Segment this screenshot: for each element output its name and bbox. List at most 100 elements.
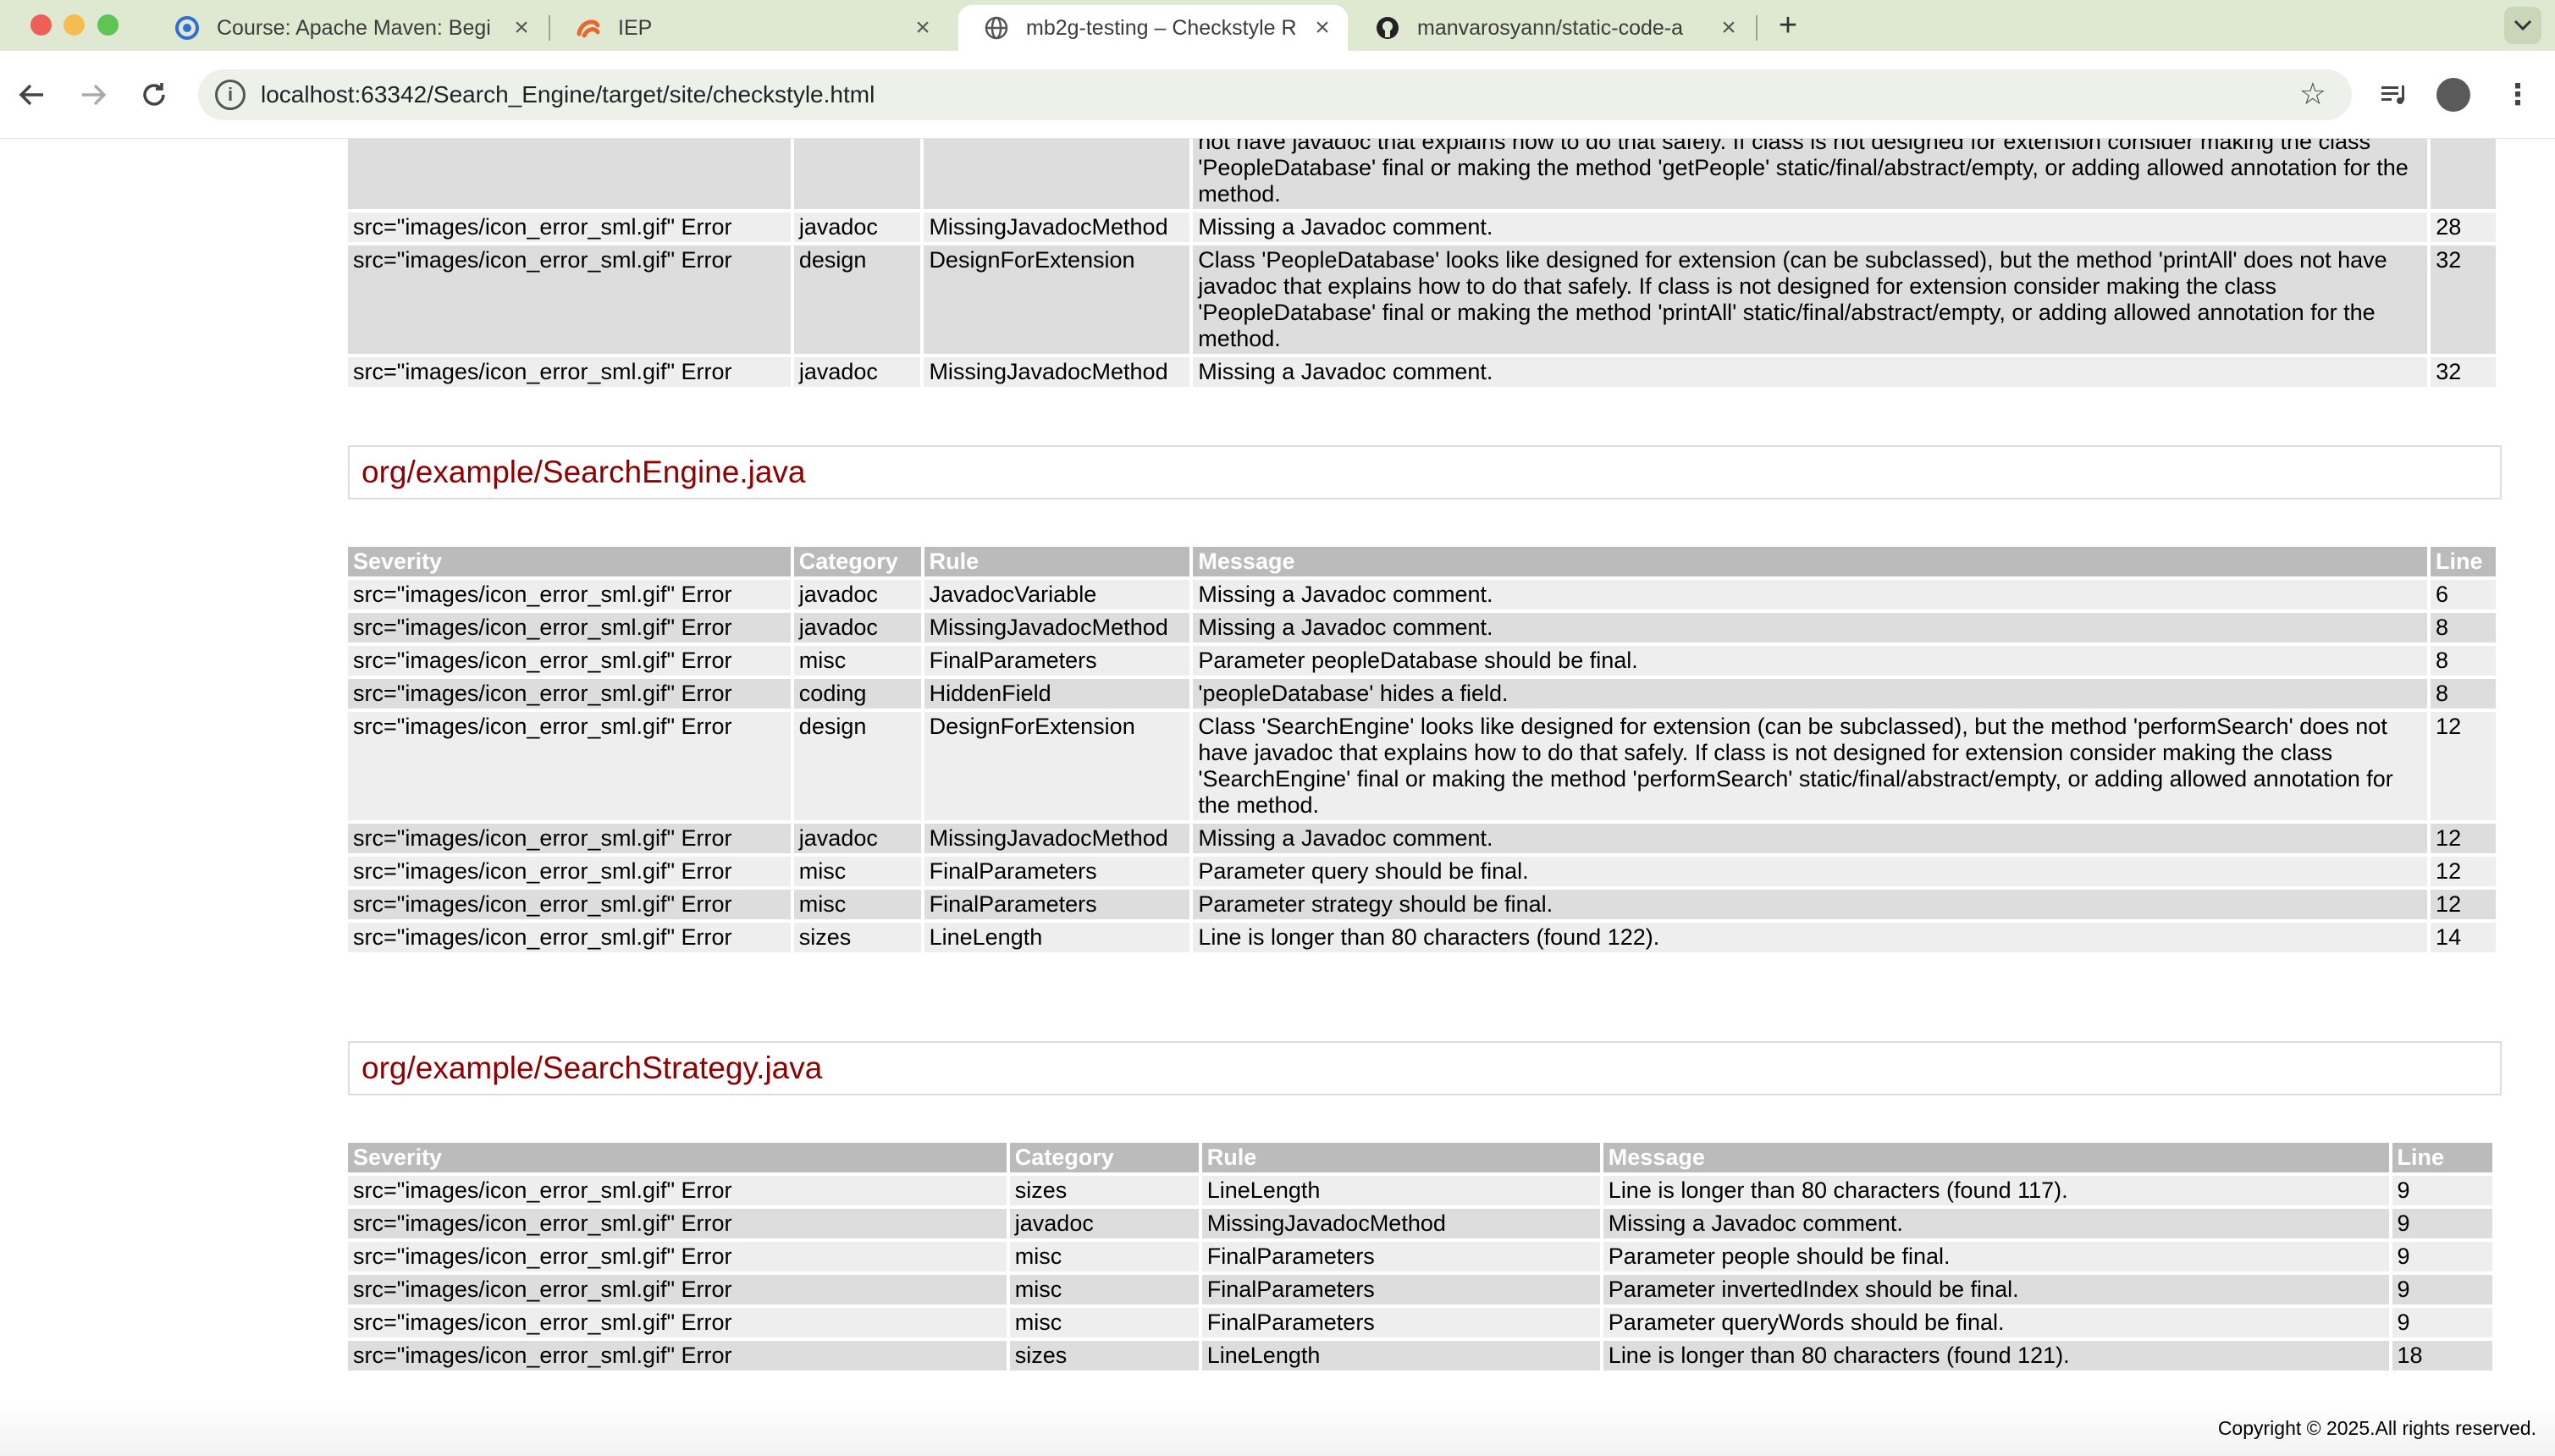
- page-viewport[interactable]: not have javadoc that explains how to do…: [0, 139, 2555, 1456]
- line-cell: 9: [2392, 1308, 2492, 1337]
- message-cell: not have javadoc that explains how to do…: [1193, 139, 2428, 209]
- table-row: src="images/icon_error_sml.gif" Error mi…: [348, 1308, 2492, 1337]
- table-row: src="images/icon_error_sml.gif" Error mi…: [348, 890, 2496, 919]
- rule-cell: JavadocVariable: [924, 580, 1190, 609]
- tab-github-static-code[interactable]: manvarosyann/static-code-a ×: [1349, 5, 1754, 51]
- table-row: src="images/icon_error_sml.gif" Error si…: [348, 1341, 2492, 1371]
- rule-cell: LineLength: [924, 923, 1190, 952]
- forward-button[interactable]: [73, 74, 113, 115]
- tab-iep[interactable]: IEP ×: [550, 5, 948, 51]
- severity-cell: [348, 139, 791, 209]
- category-cell: javadoc: [793, 580, 921, 609]
- table-row: src="images/icon_error_sml.gif" Error si…: [348, 923, 2496, 952]
- github-icon: [1375, 15, 1400, 41]
- category-cell: sizes: [1009, 1176, 1199, 1205]
- close-icon[interactable]: ×: [506, 13, 537, 43]
- media-controls-button[interactable]: [2374, 74, 2414, 115]
- close-icon[interactable]: ×: [1713, 13, 1744, 43]
- footer: [0, 1401, 2555, 1456]
- back-arrow-icon: [19, 84, 43, 106]
- tab-title: Course: Apache Maven: Begi: [217, 15, 491, 40]
- message-cell: Class 'SearchEngine' looks like designed…: [1193, 712, 2428, 820]
- window-close-button[interactable]: [30, 14, 52, 36]
- table-row: src="images/icon_error_sml.gif" Error ja…: [348, 357, 2496, 387]
- window-zoom-button[interactable]: [97, 14, 119, 36]
- category-cell: misc: [793, 857, 921, 886]
- window-minimize-button[interactable]: [63, 14, 85, 36]
- address-bar[interactable]: i localhost:63342/Search_Engine/target/s…: [198, 69, 2352, 120]
- reload-icon: [143, 83, 165, 106]
- reload-button[interactable]: [134, 74, 174, 115]
- close-icon[interactable]: ×: [1307, 13, 1338, 43]
- browser-menu-button[interactable]: ⋮: [2497, 74, 2538, 115]
- column-header-rule: Rule: [924, 547, 1190, 576]
- severity-cell: src="images/icon_error_sml.gif" Error: [348, 1341, 1007, 1371]
- table-row: src="images/icon_error_sml.gif" Error ja…: [348, 212, 2496, 242]
- line-cell: 12: [2431, 824, 2496, 853]
- category-cell: javadoc: [793, 212, 921, 242]
- message-cell: Parameter strategy should be final.: [1193, 890, 2428, 919]
- tab-title: manvarosyann/static-code-a: [1417, 15, 1684, 40]
- table-row: src="images/icon_error_sml.gif" Error de…: [348, 245, 2496, 354]
- rule-cell: FinalParameters: [924, 890, 1190, 919]
- people-database-table: not have javadoc that explains how to do…: [345, 139, 2499, 390]
- tab-separator: [1756, 15, 1758, 41]
- rule-cell: FinalParameters: [924, 646, 1190, 676]
- rule-cell: LineLength: [1201, 1341, 1600, 1371]
- more-vertical-icon: ⋮: [2503, 79, 2532, 111]
- line-cell: 9: [2392, 1176, 2492, 1205]
- line-cell: 9: [2392, 1209, 2492, 1238]
- category-cell: misc: [1009, 1308, 1199, 1337]
- message-cell: Parameter invertedIndex should be final.: [1603, 1275, 2389, 1304]
- category-cell: sizes: [1009, 1341, 1199, 1371]
- iep-icon: [576, 15, 601, 41]
- rule-cell: FinalParameters: [924, 857, 1190, 886]
- back-button[interactable]: [12, 74, 52, 115]
- site-info-icon[interactable]: i: [215, 80, 246, 110]
- category-cell: misc: [793, 890, 921, 919]
- tab-course-apache-maven[interactable]: Course: Apache Maven: Begi ×: [149, 5, 547, 51]
- new-tab-button[interactable]: +: [1771, 8, 1805, 43]
- tab-checkstyle-report[interactable]: mb2g-testing – Checkstyle R ×: [958, 5, 1348, 51]
- column-header-severity: Severity: [348, 1143, 1007, 1172]
- severity-cell: src="images/icon_error_sml.gif" Error: [348, 923, 791, 952]
- line-cell: 28: [2431, 212, 2496, 242]
- rule-cell: MissingJavadocMethod: [924, 824, 1190, 853]
- line-cell: 9: [2392, 1275, 2492, 1304]
- tab-title: mb2g-testing – Checkstyle R: [1026, 15, 1297, 40]
- table-header-row: Severity Category Rule Message Line: [348, 1143, 2492, 1172]
- rule-cell: LineLength: [1201, 1176, 1600, 1205]
- tab-title: IEP: [618, 15, 653, 40]
- profile-button[interactable]: [2433, 74, 2474, 115]
- message-cell: Missing a Javadoc comment.: [1193, 357, 2428, 387]
- rule-cell: HiddenField: [924, 679, 1190, 709]
- message-cell: Missing a Javadoc comment.: [1603, 1209, 2389, 1238]
- line-cell: 8: [2431, 613, 2496, 643]
- rule-cell: MissingJavadocMethod: [924, 613, 1190, 643]
- tab-strip: Course: Apache Maven: Begi × IEP × mb2g-…: [0, 0, 2555, 51]
- section-title-search-strategy: org/example/SearchStrategy.java: [348, 1041, 2502, 1095]
- message-cell: 'peopleDatabase' hides a field.: [1193, 679, 2428, 709]
- table-row: src="images/icon_error_sml.gif" Error mi…: [348, 1242, 2492, 1271]
- copyright-text: Copyright © 2025.All rights reserved.: [2217, 1417, 2536, 1439]
- line-cell: 14: [2431, 923, 2496, 952]
- column-header-rule: Rule: [1201, 1143, 1600, 1172]
- bookmark-star-icon[interactable]: ☆: [2299, 76, 2326, 112]
- tab-search-button[interactable]: [2504, 7, 2541, 44]
- chevron-down-icon: [2514, 19, 2532, 31]
- line-cell: 32: [2431, 245, 2496, 354]
- line-cell: 12: [2431, 712, 2496, 820]
- message-cell: Parameter query should be final.: [1193, 857, 2428, 886]
- close-icon[interactable]: ×: [908, 13, 938, 43]
- table-row: src="images/icon_error_sml.gif" Error ja…: [348, 824, 2496, 853]
- line-cell: 12: [2431, 890, 2496, 919]
- message-cell: Parameter people should be final.: [1603, 1242, 2389, 1271]
- category-cell: javadoc: [793, 357, 921, 387]
- search-engine-table: Severity Category Rule Message Line src=…: [345, 543, 2499, 956]
- table-row: src="images/icon_error_sml.gif" Error ja…: [348, 1209, 2492, 1238]
- table-row: src="images/icon_error_sml.gif" Error si…: [348, 1176, 2492, 1205]
- table-row: src="images/icon_error_sml.gif" Error ja…: [348, 580, 2496, 609]
- rule-cell: MissingJavadocMethod: [1201, 1209, 1600, 1238]
- table-row: src="images/icon_error_sml.gif" Error mi…: [348, 1275, 2492, 1304]
- category-cell: coding: [793, 679, 921, 709]
